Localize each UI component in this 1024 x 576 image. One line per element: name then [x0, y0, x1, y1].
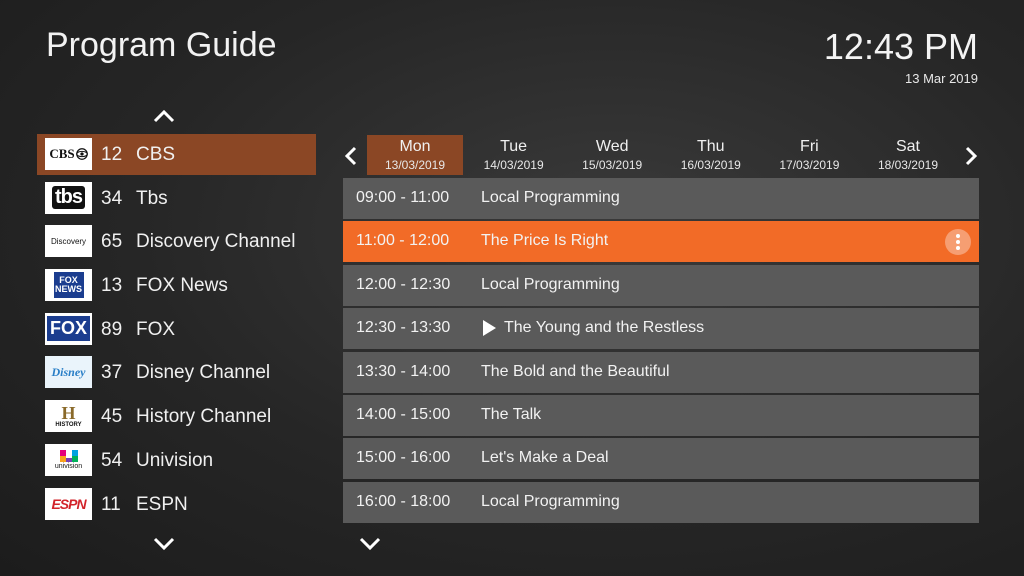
channel-row[interactable]: tbs 34 Tbs	[37, 178, 316, 219]
channel-name: CBS	[136, 144, 176, 165]
channel-name: Discovery Channel	[136, 231, 296, 253]
program-title: The Price Is Right	[481, 232, 609, 250]
channel-row[interactable]: CBS 12 CBS	[37, 134, 316, 175]
channel-number: 45	[101, 406, 123, 428]
history-h-icon: H	[61, 403, 76, 424]
program-row[interactable]: 12:00 - 12:30 Local Programming	[343, 264, 979, 306]
program-time: 12:30 - 13:30	[356, 319, 451, 337]
program-time: 14:00 - 15:00	[356, 405, 451, 423]
fox-logo: FOX	[45, 312, 92, 345]
program-row[interactable]: 16:00 - 18:00 Local Programming	[343, 481, 979, 523]
program-row[interactable]: 13:30 - 14:00 The Bold and the Beautiful	[343, 351, 979, 393]
chevron-down-icon[interactable]	[358, 536, 382, 552]
channel-name: FOX	[136, 318, 176, 340]
channel-number: 65	[101, 231, 123, 253]
program-row[interactable]: 11:00 - 12:00 The Price Is Right	[343, 221, 979, 263]
chevron-down-icon[interactable]	[152, 536, 176, 552]
program-row[interactable]: 12:30 - 13:30 The Young and the Restless	[343, 308, 979, 350]
tab-day[interactable]: Sat 18/03/2019	[860, 135, 956, 175]
chevron-right-icon[interactable]	[963, 144, 979, 168]
cbs-eye-icon	[75, 148, 88, 160]
disney-logo: Disney	[45, 356, 92, 389]
channel-number: 54	[101, 449, 123, 471]
channel-row[interactable]: Discovery 65 Discovery Channel	[37, 221, 316, 262]
tab-day[interactable]: Thu 16/03/2019	[663, 135, 759, 175]
espn-logo: ESPN	[45, 487, 92, 520]
history-logo: H HISTORY	[45, 400, 92, 433]
program-title: Local Programming	[481, 189, 620, 206]
channel-number: 37	[101, 362, 123, 384]
program-time: 13:30 - 14:00	[356, 362, 451, 380]
program-title: Let's Make a Deal	[481, 449, 609, 467]
page-title: Program Guide	[46, 26, 277, 64]
tbs-logo: tbs	[45, 181, 92, 214]
program-time: 11:00 - 12:00	[356, 232, 450, 250]
more-vertical-icon[interactable]	[945, 229, 971, 256]
day-selector: Mon 13/03/2019 Tue 14/03/2019 Wed 15/03/…	[367, 135, 959, 175]
channel-number: 12	[101, 144, 123, 165]
program-title: The Bold and the Beautiful	[481, 362, 670, 380]
program-time: 09:00 - 11:00	[356, 189, 450, 206]
current-date: 13 Mar 2019	[905, 71, 978, 86]
channel-name: Disney Channel	[136, 362, 271, 384]
channel-name: ESPN	[136, 493, 188, 515]
fox-news-logo: FOX NEWS	[45, 269, 92, 302]
channel-row[interactable]: H HISTORY 45 History Channel	[37, 396, 316, 437]
program-row[interactable]: 14:00 - 15:00 The Talk	[343, 394, 979, 436]
channel-name: Tbs	[136, 187, 168, 209]
clock: 12:43 PM	[823, 26, 978, 67]
tab-day[interactable]: Fri 17/03/2019	[761, 135, 857, 175]
program-row[interactable]: 09:00 - 11:00 Local Programming	[343, 178, 979, 219]
tab-day[interactable]: Tue 14/03/2019	[466, 135, 562, 175]
channel-row[interactable]: FOX NEWS 13 FOX News	[37, 265, 316, 306]
channel-list: CBS 12 CBS tbs 34 Tbs Discovery 65 Disco…	[37, 134, 316, 527]
channel-row[interactable]: Disney 37 Disney Channel	[37, 352, 316, 393]
channel-row[interactable]: ESPN 11 ESPN	[37, 484, 316, 525]
program-schedule: 09:00 - 11:00 Local Programming 11:00 - …	[343, 178, 979, 525]
program-time: 15:00 - 16:00	[356, 449, 451, 467]
chevron-up-icon[interactable]	[152, 108, 176, 124]
channel-name: History Channel	[136, 406, 272, 428]
discovery-logo: Discovery	[45, 225, 92, 258]
program-row[interactable]: 15:00 - 16:00 Let's Make a Deal	[343, 438, 979, 480]
chevron-left-icon[interactable]	[343, 144, 359, 168]
channel-number: 13	[101, 275, 123, 297]
univision-logo: univision	[45, 443, 92, 476]
program-title: The Young and the Restless	[504, 319, 705, 337]
channel-row[interactable]: FOX 89 FOX	[37, 309, 316, 350]
program-time: 16:00 - 18:00	[356, 492, 451, 510]
channel-number: 34	[101, 187, 123, 209]
play-icon	[483, 320, 496, 337]
channel-number: 89	[101, 318, 123, 340]
program-time: 12:00 - 12:30	[356, 275, 451, 293]
cbs-logo: CBS	[45, 138, 92, 170]
tab-day[interactable]: Mon 13/03/2019	[367, 135, 463, 175]
program-title: The Talk	[481, 405, 542, 423]
channel-name: FOX News	[136, 275, 228, 297]
program-title: Local Programming	[481, 275, 620, 293]
channel-number: 11	[101, 493, 121, 515]
channel-row[interactable]: univision 54 Univision	[37, 440, 316, 481]
program-title: Local Programming	[481, 492, 620, 510]
univision-u-icon	[59, 450, 78, 463]
channel-name: Univision	[136, 449, 214, 471]
tab-day[interactable]: Wed 15/03/2019	[564, 135, 660, 175]
